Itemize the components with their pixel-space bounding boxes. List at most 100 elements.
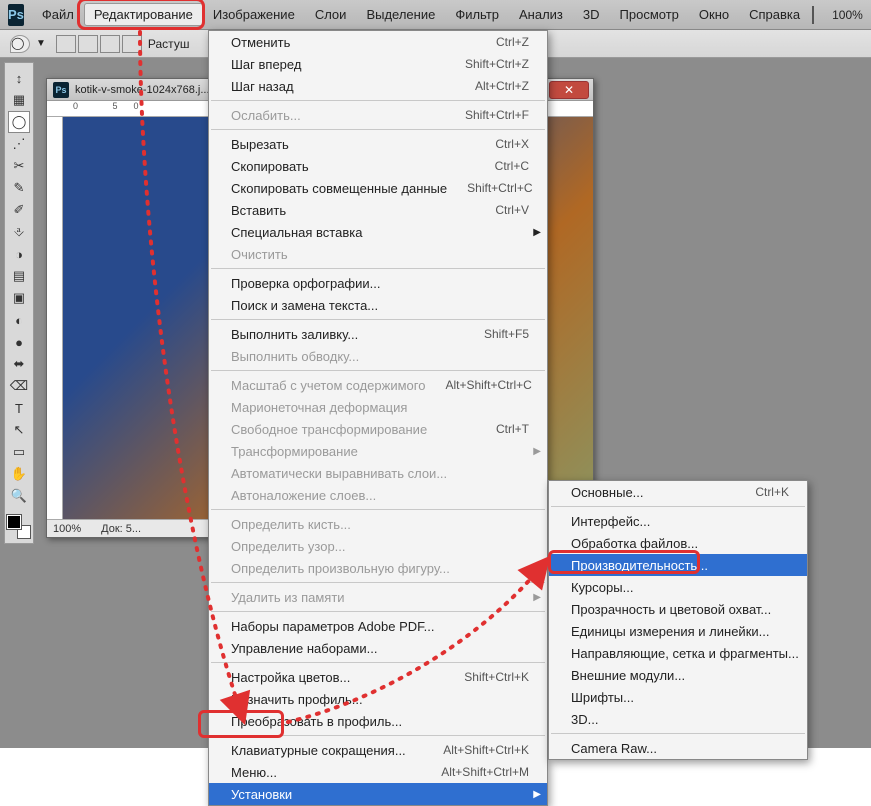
menu-item-label: 3D... (571, 712, 789, 727)
menu-item[interactable]: Выполнить заливку...Shift+F5 (209, 323, 547, 345)
menu-separator (211, 662, 545, 663)
menu-item[interactable]: Меню...Alt+Shift+Ctrl+M (209, 761, 547, 783)
menu-shortcut: Alt+Shift+Ctrl+K (443, 743, 529, 757)
menu-item[interactable]: Клавиатурные сокращения...Alt+Shift+Ctrl… (209, 739, 547, 761)
tool-16[interactable]: ↖ (8, 419, 30, 441)
menu-слои[interactable]: Слои (305, 3, 357, 26)
menu-фильтр[interactable]: Фильтр (445, 3, 509, 26)
menu-item-label: Наборы параметров Adobe PDF... (231, 619, 529, 634)
menu-item-label: Управление наборами... (231, 641, 529, 656)
menu-3d[interactable]: 3D (573, 3, 610, 26)
selection-subtract-button[interactable] (100, 35, 120, 53)
tool-12[interactable]: ● (8, 331, 30, 353)
menu-item-label: Выполнить обводку... (231, 349, 529, 364)
zoom-level[interactable]: 100% (826, 6, 869, 24)
menu-item[interactable]: Внешние модули... (549, 664, 807, 686)
menu-item-label: Отменить (231, 35, 476, 50)
menu-item-label: Единицы измерения и линейки... (571, 624, 789, 639)
tool-4[interactable]: ✂ (8, 155, 30, 177)
menu-item[interactable]: Шаг назадAlt+Ctrl+Z (209, 75, 547, 97)
menu-item[interactable]: Курсоры... (549, 576, 807, 598)
menu-item[interactable]: Проверка орфографии... (209, 272, 547, 294)
tool-6[interactable]: ✐ (8, 199, 30, 221)
menu-item: Определить кисть... (209, 513, 547, 535)
menu-анализ[interactable]: Анализ (509, 3, 573, 26)
tool-10[interactable]: ▣ (8, 287, 30, 309)
tool-5[interactable]: ✎ (8, 177, 30, 199)
menu-shortcut: Shift+Ctrl+F (465, 108, 529, 122)
menu-item-label: Шаг назад (231, 79, 455, 94)
menu-item[interactable]: Скопировать совмещенные данныеShift+Ctrl… (209, 177, 547, 199)
menu-item[interactable]: Шаг вперед Shift+Ctrl+Z (209, 53, 547, 75)
selection-intersect-button[interactable] (122, 35, 142, 53)
close-button[interactable]: ✕ (549, 81, 589, 99)
tool-3[interactable]: ⋰ (8, 133, 30, 155)
menu-item[interactable]: Специальная вставка▶ (209, 221, 547, 243)
tool-9[interactable]: ▤ (8, 265, 30, 287)
selection-add-button[interactable] (78, 35, 98, 53)
screen-mode-icon[interactable] (812, 6, 814, 24)
menu-item[interactable]: Преобразовать в профиль... (209, 710, 547, 732)
menu-item[interactable]: Установки▶ (209, 783, 547, 805)
menu-item: Марионеточная деформация (209, 396, 547, 418)
menu-item[interactable]: Шрифты... (549, 686, 807, 708)
menu-окно[interactable]: Окно (689, 3, 739, 26)
menu-item-label: Шаг вперед (231, 57, 445, 72)
tool-2[interactable]: ◯ (8, 111, 30, 133)
menu-item: Автоматически выравнивать слои... (209, 462, 547, 484)
menu-item: Удалить из памяти▶ (209, 586, 547, 608)
tool-0[interactable]: ↕ (8, 67, 30, 89)
menu-редактирование[interactable]: Редактирование (84, 3, 203, 26)
selection-new-button[interactable] (56, 35, 76, 53)
tool-7[interactable]: ⎀ (8, 221, 30, 243)
menu-item[interactable]: 3D... (549, 708, 807, 730)
menu-item[interactable]: ОтменитьCtrl+Z (209, 31, 547, 53)
foreground-color-swatch[interactable] (7, 515, 21, 529)
menu-item[interactable]: Единицы измерения и линейки... (549, 620, 807, 642)
color-swatches[interactable] (7, 515, 31, 539)
menu-item[interactable]: Обработка файлов... (549, 532, 807, 554)
menu-item[interactable]: ВставитьCtrl+V (209, 199, 547, 221)
menu-item[interactable]: Настройка цветов...Shift+Ctrl+K (209, 666, 547, 688)
menu-item[interactable]: Назначить профиль... (209, 688, 547, 710)
menu-изображение[interactable]: Изображение (203, 3, 305, 26)
menu-shortcut: Shift+Ctrl+Z (465, 57, 529, 71)
tool-14[interactable]: ⌫ (8, 375, 30, 397)
menu-item-label: Выполнить заливку... (231, 327, 464, 342)
menu-item-label: Скопировать (231, 159, 475, 174)
ruler-vertical[interactable] (47, 117, 63, 519)
menu-item: Ослабить...Shift+Ctrl+F (209, 104, 547, 126)
submenu-arrow-icon: ▶ (533, 227, 541, 238)
menu-файл[interactable]: Файл (32, 3, 84, 26)
menu-item[interactable]: Основные...Ctrl+K (549, 481, 807, 503)
lasso-tool-icon[interactable]: ◯ (10, 35, 30, 53)
menu-item[interactable]: Поиск и замена текста... (209, 294, 547, 316)
tool-11[interactable]: ◐ (8, 309, 30, 331)
menu-справка[interactable]: Справка (739, 3, 810, 26)
tool-19[interactable]: 🔍 (8, 485, 30, 507)
menu-item-label: Удалить из памяти (231, 590, 529, 605)
status-docsize[interactable]: Док: 5... (101, 523, 141, 535)
menu-item: Свободное трансформированиеCtrl+T (209, 418, 547, 440)
chevron-down-icon[interactable]: ▼ (36, 38, 46, 49)
menu-выделение[interactable]: Выделение (356, 3, 445, 26)
tool-13[interactable]: ⬌ (8, 353, 30, 375)
menu-item[interactable]: Прозрачность и цветовой охват... (549, 598, 807, 620)
tool-15[interactable]: T (8, 397, 30, 419)
menu-item[interactable]: Camera Raw... (549, 737, 807, 759)
tool-17[interactable]: ▭ (8, 441, 30, 463)
menu-просмотр[interactable]: Просмотр (610, 3, 689, 26)
tool-8[interactable]: ◑ (8, 243, 30, 265)
menu-item[interactable]: Интерфейс... (549, 510, 807, 532)
tool-18[interactable]: ✋ (8, 463, 30, 485)
menu-item[interactable]: Производительность... (549, 554, 807, 576)
menu-item[interactable]: ВырезатьCtrl+X (209, 133, 547, 155)
menu-item[interactable]: Направляющие, сетка и фрагменты... (549, 642, 807, 664)
menu-item[interactable]: Наборы параметров Adobe PDF... (209, 615, 547, 637)
menu-item[interactable]: СкопироватьCtrl+C (209, 155, 547, 177)
menu-shortcut: Ctrl+X (495, 137, 529, 151)
tool-1[interactable]: ▦ (8, 89, 30, 111)
menu-item[interactable]: Управление наборами... (209, 637, 547, 659)
menu-shortcut: Alt+Shift+Ctrl+M (441, 765, 529, 779)
status-zoom[interactable]: 100% (53, 523, 81, 535)
